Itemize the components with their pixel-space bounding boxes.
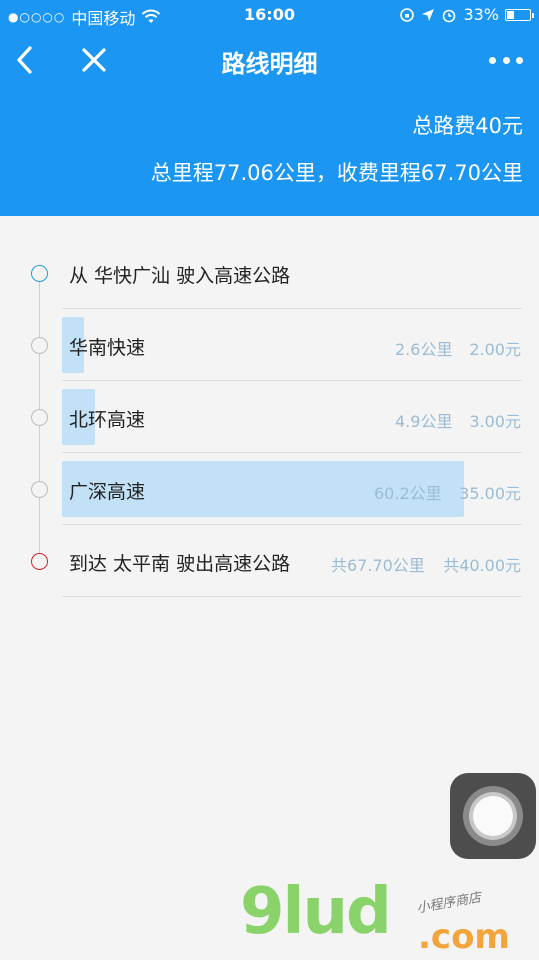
start-node-icon (31, 265, 48, 282)
watermark: 9lud 小程序商店 .com (240, 880, 539, 960)
battery-icon (505, 8, 534, 21)
route-end-row: 到达 太平南 驶出高速公路 共67.70公里 共40.00元 (0, 525, 539, 597)
total-distance: 总里程77.06公里，收费里程67.70公里 (150, 161, 523, 185)
divider (62, 596, 522, 597)
segment-cost: 2.00元 (469, 340, 521, 359)
assistive-ring (473, 796, 513, 836)
segment-row[interactable]: 北环高速 4.9公里 3.00元 (0, 381, 539, 453)
total-fee: 总路费40元 (412, 114, 523, 138)
end-label: 到达 太平南 驶出高速公路 (69, 553, 291, 575)
more-dot-icon (516, 56, 523, 64)
watermark-tagline: 小程序商店 (415, 890, 483, 917)
watermark-domain: .com (418, 917, 510, 957)
more-dot-icon (489, 56, 496, 64)
segment-cost: 35.00元 (459, 484, 521, 503)
segment-distance: 4.9公里 (395, 412, 453, 431)
status-right: 33% (399, 5, 534, 24)
segment-row[interactable]: 广深高速 60.2公里 35.00元 (0, 453, 539, 525)
status-bar: ●○○○○ 中国移动 16:00 33% (0, 0, 539, 30)
header: 路线明细 总路费40元 总里程77.06公里，收费里程67.70公里 (0, 30, 539, 216)
watermark-logo: 9lud (240, 875, 392, 949)
segment-node-icon (31, 409, 48, 426)
segment-name: 北环高速 (69, 409, 146, 431)
battery-percent: 33% (463, 5, 499, 24)
end-node-icon (31, 553, 48, 570)
segment-cost: 3.00元 (469, 412, 521, 431)
end-total-distance: 共67.70公里 (331, 556, 425, 575)
rotation-lock-icon (400, 7, 415, 22)
segment-row[interactable]: 华南快速 2.6公里 2.00元 (0, 309, 539, 381)
segment-distance: 60.2公里 (374, 484, 442, 503)
alarm-clock-icon (443, 9, 456, 22)
segment-node-icon (31, 481, 48, 498)
page-title: 路线明细 (221, 50, 318, 78)
start-label: 从 华快广汕 驶入高速公路 (69, 265, 291, 287)
more-dot-icon (502, 56, 510, 64)
assistive-touch-button[interactable] (450, 773, 536, 859)
location-arrow-icon (422, 8, 435, 21)
segment-name: 广深高速 (69, 481, 146, 503)
battery-level (507, 10, 514, 19)
segment-name: 华南快速 (69, 337, 146, 359)
more-button[interactable] (489, 48, 523, 72)
end-total-cost: 共40.00元 (443, 556, 521, 575)
segment-distance: 2.6公里 (395, 340, 453, 359)
route-start-row: 从 华快广汕 驶入高速公路 (0, 237, 539, 309)
segment-node-icon (31, 337, 48, 354)
